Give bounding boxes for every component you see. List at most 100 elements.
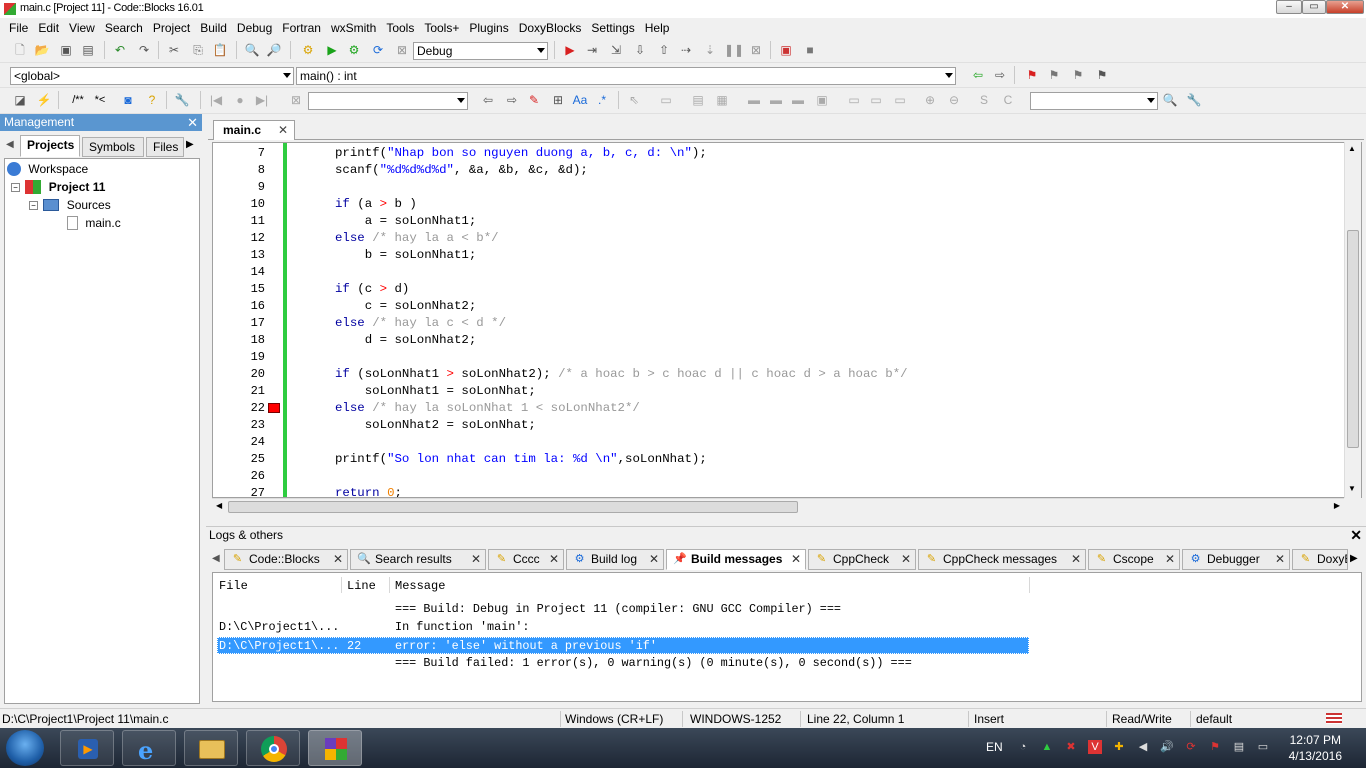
code-line[interactable]: soLonNhat2 = soLonNhat;: [335, 417, 536, 434]
chevron-left-icon[interactable]: ◀: [6, 139, 14, 150]
code-line[interactable]: if (a > b ): [335, 196, 417, 213]
chevron-right-icon[interactable]: ▶: [186, 139, 194, 150]
step-into-icon[interactable]: ⇩: [632, 42, 648, 58]
code-line[interactable]: if (soLonNhat1 > soLonNhat2); /* a hoac …: [335, 366, 908, 383]
run-to-cursor-icon[interactable]: ⇥: [584, 42, 600, 58]
tree-file-main-c[interactable]: main.c: [67, 214, 121, 232]
network-icon[interactable]: ◔: [1016, 740, 1030, 754]
code-line[interactable]: printf("Nhap bon so nguyen duong a, b, c…: [335, 145, 707, 162]
menu-file[interactable]: File: [4, 21, 33, 35]
new-file-icon[interactable]: 🗋: [12, 42, 28, 58]
editor-tab-main-c[interactable]: main.c ✕: [213, 120, 295, 140]
scroll-left-icon[interactable]: ◀: [216, 501, 222, 510]
tool-icon[interactable]: ✖: [1064, 740, 1078, 754]
doxy-help-icon[interactable]: ?: [144, 92, 160, 108]
class-wizard-icon[interactable]: ◪: [12, 92, 28, 108]
doxy-line-comment-icon[interactable]: *<: [90, 92, 110, 108]
internet-explorer-taskbar-icon[interactable]: e: [122, 730, 176, 766]
tab-codeblocks-log[interactable]: ✎ Code::Blocks ✕: [224, 549, 348, 570]
symbol-c-icon[interactable]: C: [1000, 92, 1016, 108]
doxy-comment-icon[interactable]: /**: [66, 92, 90, 108]
message-row[interactable]: D:\C\Project1\... In function 'main':: [217, 619, 1029, 636]
step-out-icon[interactable]: ⇧: [656, 42, 672, 58]
menu-help[interactable]: Help: [640, 21, 675, 35]
message-row[interactable]: === Build: Debug in Project 11 (compiler…: [217, 601, 1029, 618]
chevron-right-icon[interactable]: ▶: [1350, 553, 1358, 564]
function-select[interactable]: main() : int: [296, 67, 956, 85]
minimize-button[interactable]: –: [1276, 0, 1302, 14]
chevron-left-icon[interactable]: ◀: [212, 553, 220, 564]
tab-cppcheck[interactable]: ✎ CppCheck ✕: [808, 549, 916, 570]
next-line-icon[interactable]: ⇲: [608, 42, 624, 58]
menu-debug[interactable]: Debug: [232, 21, 277, 35]
symbol-settings-icon[interactable]: 🔧: [1186, 92, 1202, 108]
code-line[interactable]: return 0;: [335, 485, 402, 497]
collapse-icon[interactable]: −: [29, 201, 38, 210]
step-instruction-icon[interactable]: ⇣: [702, 42, 718, 58]
speaker-icon[interactable]: ◀: [1136, 740, 1150, 754]
tree-project[interactable]: − Project 11: [11, 178, 105, 196]
error-marker-icon[interactable]: [268, 403, 280, 413]
thread-search-forward-icon[interactable]: ▶|: [254, 92, 270, 108]
tab-search-results[interactable]: 🔍 Search results ✕: [350, 549, 486, 570]
symbol-find-icon[interactable]: 🔍: [1162, 92, 1178, 108]
drive-icon[interactable]: ▲: [1040, 740, 1054, 754]
thread-search-back-icon[interactable]: |◀: [208, 92, 224, 108]
rebuild-icon[interactable]: ⟳: [370, 42, 386, 58]
replace-icon[interactable]: 🔎: [266, 42, 282, 58]
build-target-select[interactable]: Debug: [413, 42, 548, 60]
symbol-search-input[interactable]: [1030, 92, 1158, 110]
frame-tool-icon[interactable]: ▭: [658, 92, 674, 108]
marker-margin[interactable]: [265, 143, 283, 497]
undo-icon[interactable]: ↶: [112, 42, 128, 58]
column-header-message[interactable]: Message: [395, 579, 445, 593]
system-clock[interactable]: 12:07 PM 4/13/2016: [1289, 732, 1342, 764]
previous-bookmark-icon[interactable]: ⚑: [1046, 67, 1062, 83]
clipboard-icon[interactable]: ▤: [1232, 740, 1246, 754]
menu-view[interactable]: View: [64, 21, 100, 35]
column-header-line[interactable]: Line: [347, 579, 376, 593]
close-icon[interactable]: ✕: [187, 114, 198, 131]
menu-search[interactable]: Search: [100, 21, 148, 35]
tab-projects[interactable]: Projects: [20, 135, 80, 157]
close-icon[interactable]: ✕: [901, 550, 911, 569]
close-icon[interactable]: ✕: [649, 550, 659, 569]
find-icon[interactable]: 🔍: [244, 42, 260, 58]
search-previous-icon[interactable]: ⇦: [480, 92, 496, 108]
highlight-icon[interactable]: ✎: [526, 92, 542, 108]
collapse-icon[interactable]: −: [11, 183, 20, 192]
media-player-taskbar-icon[interactable]: ▶: [60, 730, 114, 766]
match-case-icon[interactable]: ⊞: [550, 92, 566, 108]
scroll-right-icon[interactable]: ▶: [1334, 501, 1340, 510]
doxywizard-icon[interactable]: ◙: [120, 92, 136, 108]
jump-back-icon[interactable]: ⇦: [970, 67, 986, 83]
tab-doxyblocks[interactable]: ✎DoxyB: [1292, 549, 1348, 570]
debug-start-icon[interactable]: ▶: [562, 42, 578, 58]
sizer-h-icon[interactable]: ▬: [746, 92, 762, 108]
flag-alert-icon[interactable]: ⚑: [1208, 740, 1222, 754]
next-instruction-icon[interactable]: ⇢: [678, 42, 694, 58]
start-button[interactable]: [6, 730, 44, 766]
menu-fortran[interactable]: Fortran: [277, 21, 326, 35]
debug-windows-icon[interactable]: ▣: [778, 42, 794, 58]
build-icon[interactable]: ⚙: [300, 42, 316, 58]
sizer-box-icon[interactable]: ▬: [790, 92, 806, 108]
volume-icon[interactable]: 🔊: [1160, 740, 1174, 754]
tab-cscope[interactable]: ✎ Cscope ✕: [1088, 549, 1180, 570]
tree-folder-sources[interactable]: − Sources: [29, 196, 111, 214]
antivirus-icon[interactable]: V: [1088, 740, 1102, 754]
regex-icon[interactable]: .*: [594, 92, 610, 108]
zoom-in-icon[interactable]: ⊕: [922, 92, 938, 108]
menu-doxyblocks[interactable]: DoxyBlocks: [514, 21, 587, 35]
code-line[interactable]: if (c > d): [335, 281, 409, 298]
code-line[interactable]: else /* hay la soLonNhat 1 < soLonNhat2*…: [335, 400, 640, 417]
build-run-icon[interactable]: ⚙: [346, 42, 362, 58]
close-icon[interactable]: ✕: [333, 550, 343, 569]
redo-icon[interactable]: ↷: [136, 42, 152, 58]
open-icon[interactable]: 📂: [34, 42, 50, 58]
editor-vertical-scrollbar[interactable]: ▲ ▼: [1344, 142, 1361, 498]
scroll-up-icon[interactable]: ▲: [1348, 144, 1356, 153]
code-line[interactable]: else /* hay la a < b*/: [335, 230, 499, 247]
code-line[interactable]: d = soLonNhat2;: [335, 332, 477, 349]
code-line[interactable]: b = soLonNhat1;: [335, 247, 477, 264]
